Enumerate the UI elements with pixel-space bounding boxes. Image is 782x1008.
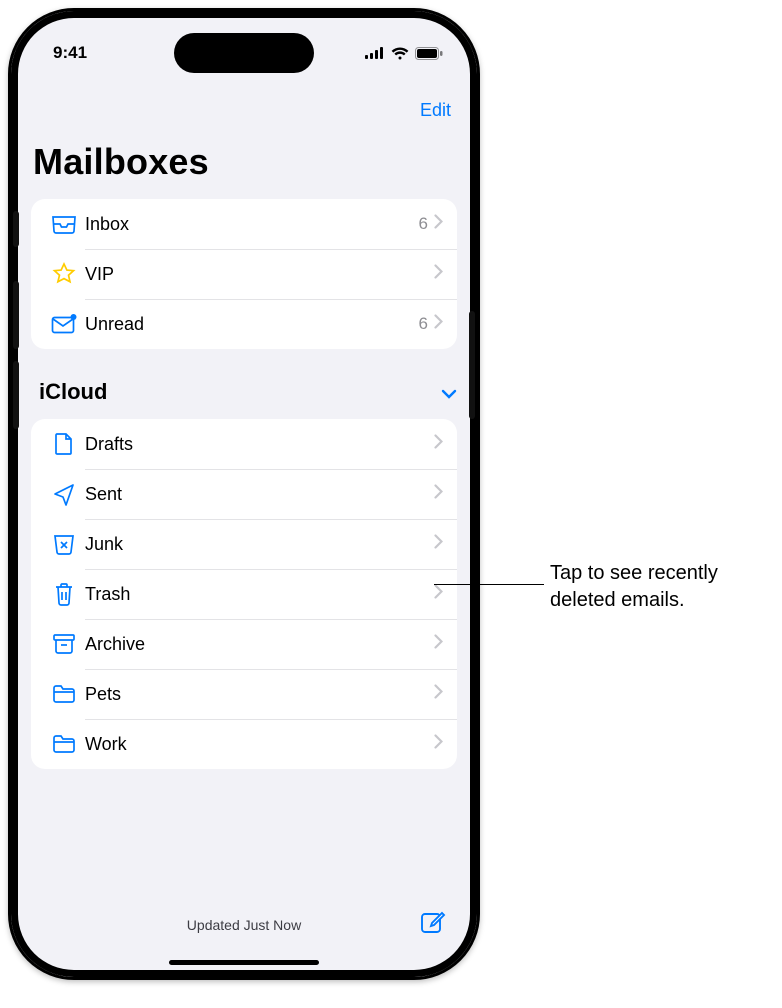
archive-icon (45, 633, 83, 655)
bottom-toolbar: Updated Just Now (11, 901, 477, 949)
mailbox-list-icloud: Drafts Sent Junk Trash (31, 419, 457, 769)
nav-bar: Edit (11, 83, 477, 137)
side-button (13, 361, 19, 429)
mailbox-row-pets[interactable]: Pets (31, 669, 457, 719)
mailbox-label: Work (85, 734, 434, 755)
chevron-right-icon (434, 734, 443, 754)
folder-icon (45, 684, 83, 704)
chevron-down-icon (441, 379, 457, 405)
mailbox-label: Trash (85, 584, 434, 605)
mailbox-row-junk[interactable]: Junk (31, 519, 457, 569)
callout-text: Tap to see recently deleted emails. (550, 560, 770, 614)
section-title: iCloud (39, 379, 107, 405)
chevron-right-icon (434, 214, 443, 234)
battery-icon (415, 47, 443, 60)
unread-envelope-icon (45, 314, 83, 334)
mailbox-label: Junk (85, 534, 434, 555)
section-header-icloud[interactable]: iCloud (39, 379, 457, 405)
chevron-right-icon (434, 534, 443, 554)
home-indicator (169, 960, 319, 965)
page-title: Mailboxes (33, 141, 209, 183)
trash-icon (45, 582, 83, 606)
mailbox-row-work[interactable]: Work (31, 719, 457, 769)
mailbox-count: 6 (419, 214, 428, 234)
mailbox-label: Drafts (85, 434, 434, 455)
mailbox-label: Sent (85, 484, 434, 505)
chevron-right-icon (434, 634, 443, 654)
drafts-icon (45, 432, 83, 456)
mailbox-row-trash[interactable]: Trash (31, 569, 457, 619)
mailbox-row-drafts[interactable]: Drafts (31, 419, 457, 469)
chevron-right-icon (434, 314, 443, 334)
edit-button[interactable]: Edit (420, 100, 451, 121)
mailbox-row-archive[interactable]: Archive (31, 619, 457, 669)
mailbox-label: Archive (85, 634, 434, 655)
chevron-right-icon (434, 434, 443, 454)
mailbox-label: Inbox (85, 214, 419, 235)
chevron-right-icon (434, 584, 443, 604)
status-icons (365, 47, 443, 60)
mailbox-row-sent[interactable]: Sent (31, 469, 457, 519)
cellular-icon (365, 47, 385, 59)
mailbox-row-vip[interactable]: VIP (31, 249, 457, 299)
junk-icon (45, 533, 83, 555)
toolbar-status: Updated Just Now (187, 917, 301, 933)
mailbox-row-unread[interactable]: Unread 6 (31, 299, 457, 349)
chevron-right-icon (434, 684, 443, 704)
sent-icon (45, 482, 83, 506)
wifi-icon (391, 47, 409, 60)
callout-leader-line (434, 584, 544, 585)
mailbox-count: 6 (419, 314, 428, 334)
iphone-frame: 9:41 Edit Mailboxes Inbox 6 VIP (8, 8, 480, 980)
mailbox-label: VIP (85, 264, 428, 285)
side-button (13, 211, 19, 247)
side-button (13, 281, 19, 349)
chevron-right-icon (434, 484, 443, 504)
status-time: 9:41 (53, 43, 87, 63)
mailbox-label: Pets (85, 684, 434, 705)
side-button (469, 311, 475, 419)
compose-button[interactable] (419, 909, 447, 942)
mailbox-label: Unread (85, 314, 419, 335)
mailbox-list-primary: Inbox 6 VIP Unread 6 (31, 199, 457, 349)
mailbox-row-inbox[interactable]: Inbox 6 (31, 199, 457, 249)
chevron-right-icon (434, 264, 443, 284)
dynamic-island (174, 33, 314, 73)
folder-icon (45, 734, 83, 754)
vip-star-icon (45, 262, 83, 286)
inbox-icon (45, 214, 83, 234)
